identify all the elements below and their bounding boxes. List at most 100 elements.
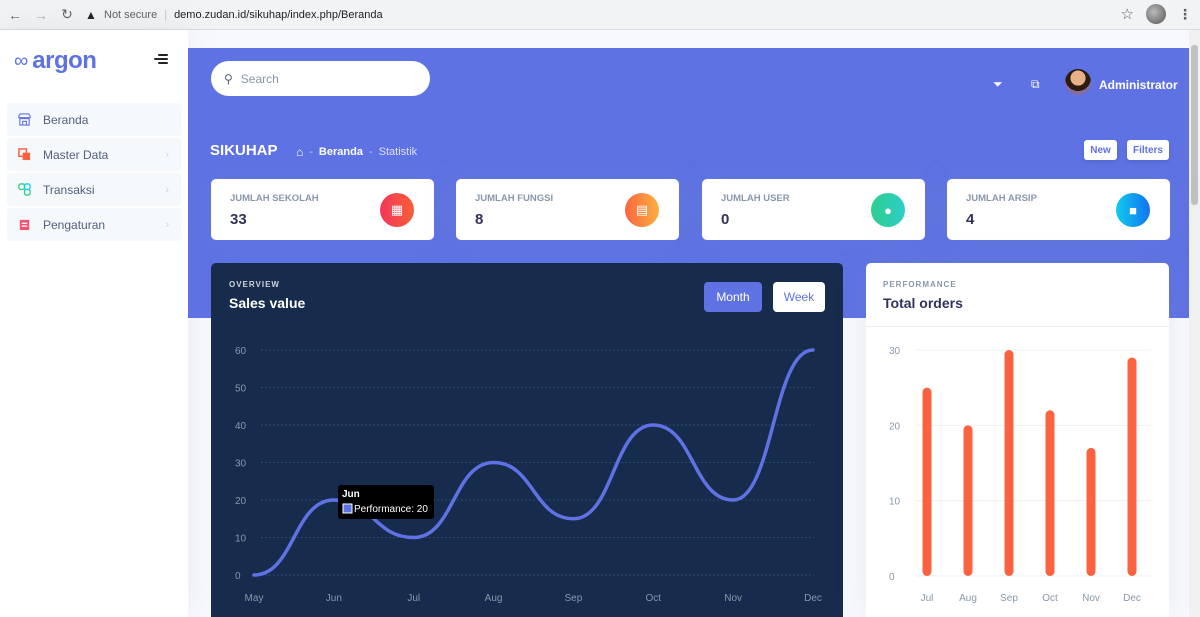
stat-value: 8 [475,211,484,228]
scrollbar-thumb[interactable] [1191,45,1198,205]
browser-menu-icon[interactable]: ⋮ [1178,6,1192,23]
stat-label: JUMLAH ARSIP [966,193,1037,204]
x-tick-label: Jun [326,593,342,604]
orders-chart-card: PERFORMANCE Total orders 0 10 20 30 Jul Aug S… [866,263,1169,617]
reload-icon[interactable]: ↻ [56,4,78,26]
page-title: SIKUHAP [210,142,278,159]
sidebar-item-label: Pengaturan [43,217,106,232]
breadcrumb: ⌂ - Beranda - Statistik [296,145,417,159]
brand-logo[interactable]: ∞ argon [14,47,97,75]
breadcrumb-item[interactable]: Beranda [319,146,363,158]
sidebar-item-master-data[interactable]: Master Data › [7,138,181,171]
search-input[interactable] [240,71,411,86]
browser-profile-icon[interactable] [1146,4,1166,24]
filters-button[interactable]: Filters [1127,140,1169,160]
search-box[interactable]: ⚲ [211,61,430,96]
x-tick-label: Nov [1082,593,1100,604]
breadcrumb-separator: - [309,146,313,158]
bar[interactable] [1045,410,1055,576]
browser-toolbar: ← → ↻ ▲ Not secure | demo.zudan.id/sikuh… [0,0,1200,30]
bar[interactable] [922,387,932,576]
stat-card-arsip: JUMLAH ARSIP 4 ■ [947,179,1170,240]
shop-icon [18,113,31,126]
tooltip-text: Performance: 20 [354,504,428,515]
url-text[interactable]: demo.zudan.id/sikuhap/index.php/Beranda [174,9,383,21]
stat-label: JUMLAH SEKOLAH [230,193,319,204]
bar[interactable] [1004,350,1014,576]
y-tick-label: 50 [235,384,247,395]
apps-icon[interactable]: ⧉ [1031,77,1040,92]
y-tick-label: 30 [235,459,247,470]
bell-icon[interactable]: ⏷ [993,77,1003,92]
home-icon[interactable]: ⌂ [296,145,303,159]
y-tick-label: 40 [235,421,247,432]
tooltip-swatch [342,503,353,514]
warning-icon: ▲ [85,7,97,22]
back-icon[interactable]: ← [4,4,26,26]
tooltip-title: Jun [342,489,360,500]
y-tick-label: 10 [889,497,901,508]
chevron-right-icon: › [165,148,169,161]
sales-line-chart: 0 10 20 30 40 50 60 May Jun Jul Aug Sep Oct Nov Dec J… [235,346,822,604]
stat-card-fungsi: JUMLAH FUNGSI 8 ▤ [456,179,679,240]
stat-label: JUMLAH USER [721,193,790,204]
x-tick-label: Jul [407,593,420,604]
stat-value: 4 [966,211,975,228]
user-icon: ● [871,193,905,227]
search-icon: ⚲ [224,71,233,86]
chevron-right-icon: › [165,183,169,196]
bar[interactable] [1086,447,1096,576]
book-icon: ■ [1116,193,1150,227]
orders-bar-chart: 0 10 20 30 Jul Aug Sep Oct Nov Dec [889,346,1151,604]
y-tick-label: 60 [235,346,247,357]
x-tick-label: Oct [1042,593,1058,604]
security-status: Not secure [104,8,158,21]
sidebar-item-pengaturan[interactable]: Pengaturan › [7,208,181,241]
sales-chart-card: OVERVIEW Sales value Month Week 0 10 20 30 4… [211,263,843,617]
y-tick-label: 20 [889,421,901,432]
bar[interactable] [963,425,973,576]
x-tick-label: Oct [646,593,662,604]
y-tick-label: 0 [889,572,895,583]
bar[interactable] [1127,357,1137,576]
y-tick-label: 0 [235,571,241,582]
sidebar-item-label: Master Data [43,147,109,162]
argon-logo-icon: ∞ [14,49,29,72]
x-tick-label: Aug [959,593,977,604]
x-tick-label: Aug [485,593,503,604]
y-tick-label: 10 [235,534,247,545]
sidebar-item-label: Transaksi [43,182,95,197]
forward-icon[interactable]: → [30,4,52,26]
stat-card-user: JUMLAH USER 0 ● [702,179,925,240]
stat-value: 0 [721,211,730,228]
y-tick-label: 20 [235,496,247,507]
stat-label: JUMLAH FUNGSI [475,193,554,204]
user-name[interactable]: Administrator [1099,78,1178,92]
chart-tooltip: Jun Performance: 20 [338,485,434,519]
y-tick-label: 30 [889,346,901,357]
settings-icon [19,219,30,231]
address-separator: | [164,8,168,21]
school-icon: ▦ [380,193,414,227]
sidebar-item-beranda[interactable]: Beranda [7,103,181,136]
sidebar-toggle-icon[interactable] [154,54,168,66]
address-bar[interactable]: ▲ Not secure | demo.zudan.id/sikuhap/ind… [84,4,383,26]
sidebar-menu: Beranda Master Data › Transaksi › Pengat… [7,103,181,243]
avatar[interactable] [1065,69,1091,95]
transaction-icon [18,183,31,196]
folder-icon [18,148,31,161]
x-tick-label: Sep [1000,593,1018,604]
x-tick-label: May [245,593,264,604]
x-tick-label: Nov [724,593,742,604]
x-tick-label: Dec [1123,593,1141,604]
breadcrumb-current: Statistik [378,146,418,158]
folder-icon: ▤ [625,193,659,227]
brand-name: argon [32,47,97,74]
x-tick-label: Jul [921,593,934,604]
new-button[interactable]: New [1084,140,1117,160]
chevron-right-icon: › [165,218,169,231]
bookmark-star-icon[interactable]: ☆ [1121,5,1134,23]
sidebar-item-transaksi[interactable]: Transaksi › [7,173,181,206]
stat-card-sekolah: JUMLAH SEKOLAH 33 ▦ [211,179,434,240]
x-tick-label: Sep [565,593,583,604]
